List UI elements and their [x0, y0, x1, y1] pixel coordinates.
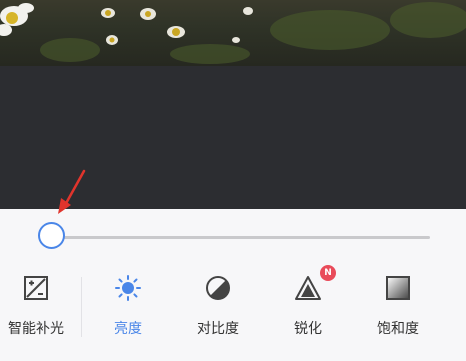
- tool-auto-fill-light[interactable]: 智能补光: [0, 267, 76, 361]
- tool-bar: 智能补光 亮度 对比度 N 锐化 饱和度: [0, 265, 466, 361]
- brightness-icon: [115, 275, 141, 301]
- new-badge: N: [320, 265, 336, 281]
- daisy-photo-image: [0, 2, 466, 64]
- tool-label-contrast: 对比度: [197, 321, 239, 337]
- tool-saturation[interactable]: 饱和度: [358, 267, 438, 361]
- slider-thumb[interactable]: [38, 222, 65, 249]
- canvas-background: [0, 66, 466, 209]
- brightness-slider[interactable]: [0, 209, 466, 267]
- sharpen-icon: [295, 276, 321, 300]
- adjustment-panel: 智能补光 亮度 对比度 N 锐化 饱和度: [0, 209, 466, 361]
- tool-label-auto-fill-light: 智能补光: [8, 321, 64, 337]
- contrast-icon: [206, 276, 230, 300]
- saturation-icon: [386, 276, 410, 300]
- tool-label-sharpen: 锐化: [294, 321, 322, 337]
- tool-sharpen[interactable]: N 锐化: [268, 265, 348, 361]
- tool-divider: [81, 277, 82, 337]
- tool-label-saturation: 饱和度: [377, 321, 419, 337]
- auto-fill-light-icon: [24, 276, 48, 300]
- slider-track[interactable]: [56, 236, 430, 239]
- tool-contrast[interactable]: 对比度: [178, 267, 258, 361]
- photo-preview: [0, 0, 466, 66]
- tool-label-brightness: 亮度: [114, 321, 142, 337]
- tool-brightness[interactable]: 亮度: [88, 267, 168, 361]
